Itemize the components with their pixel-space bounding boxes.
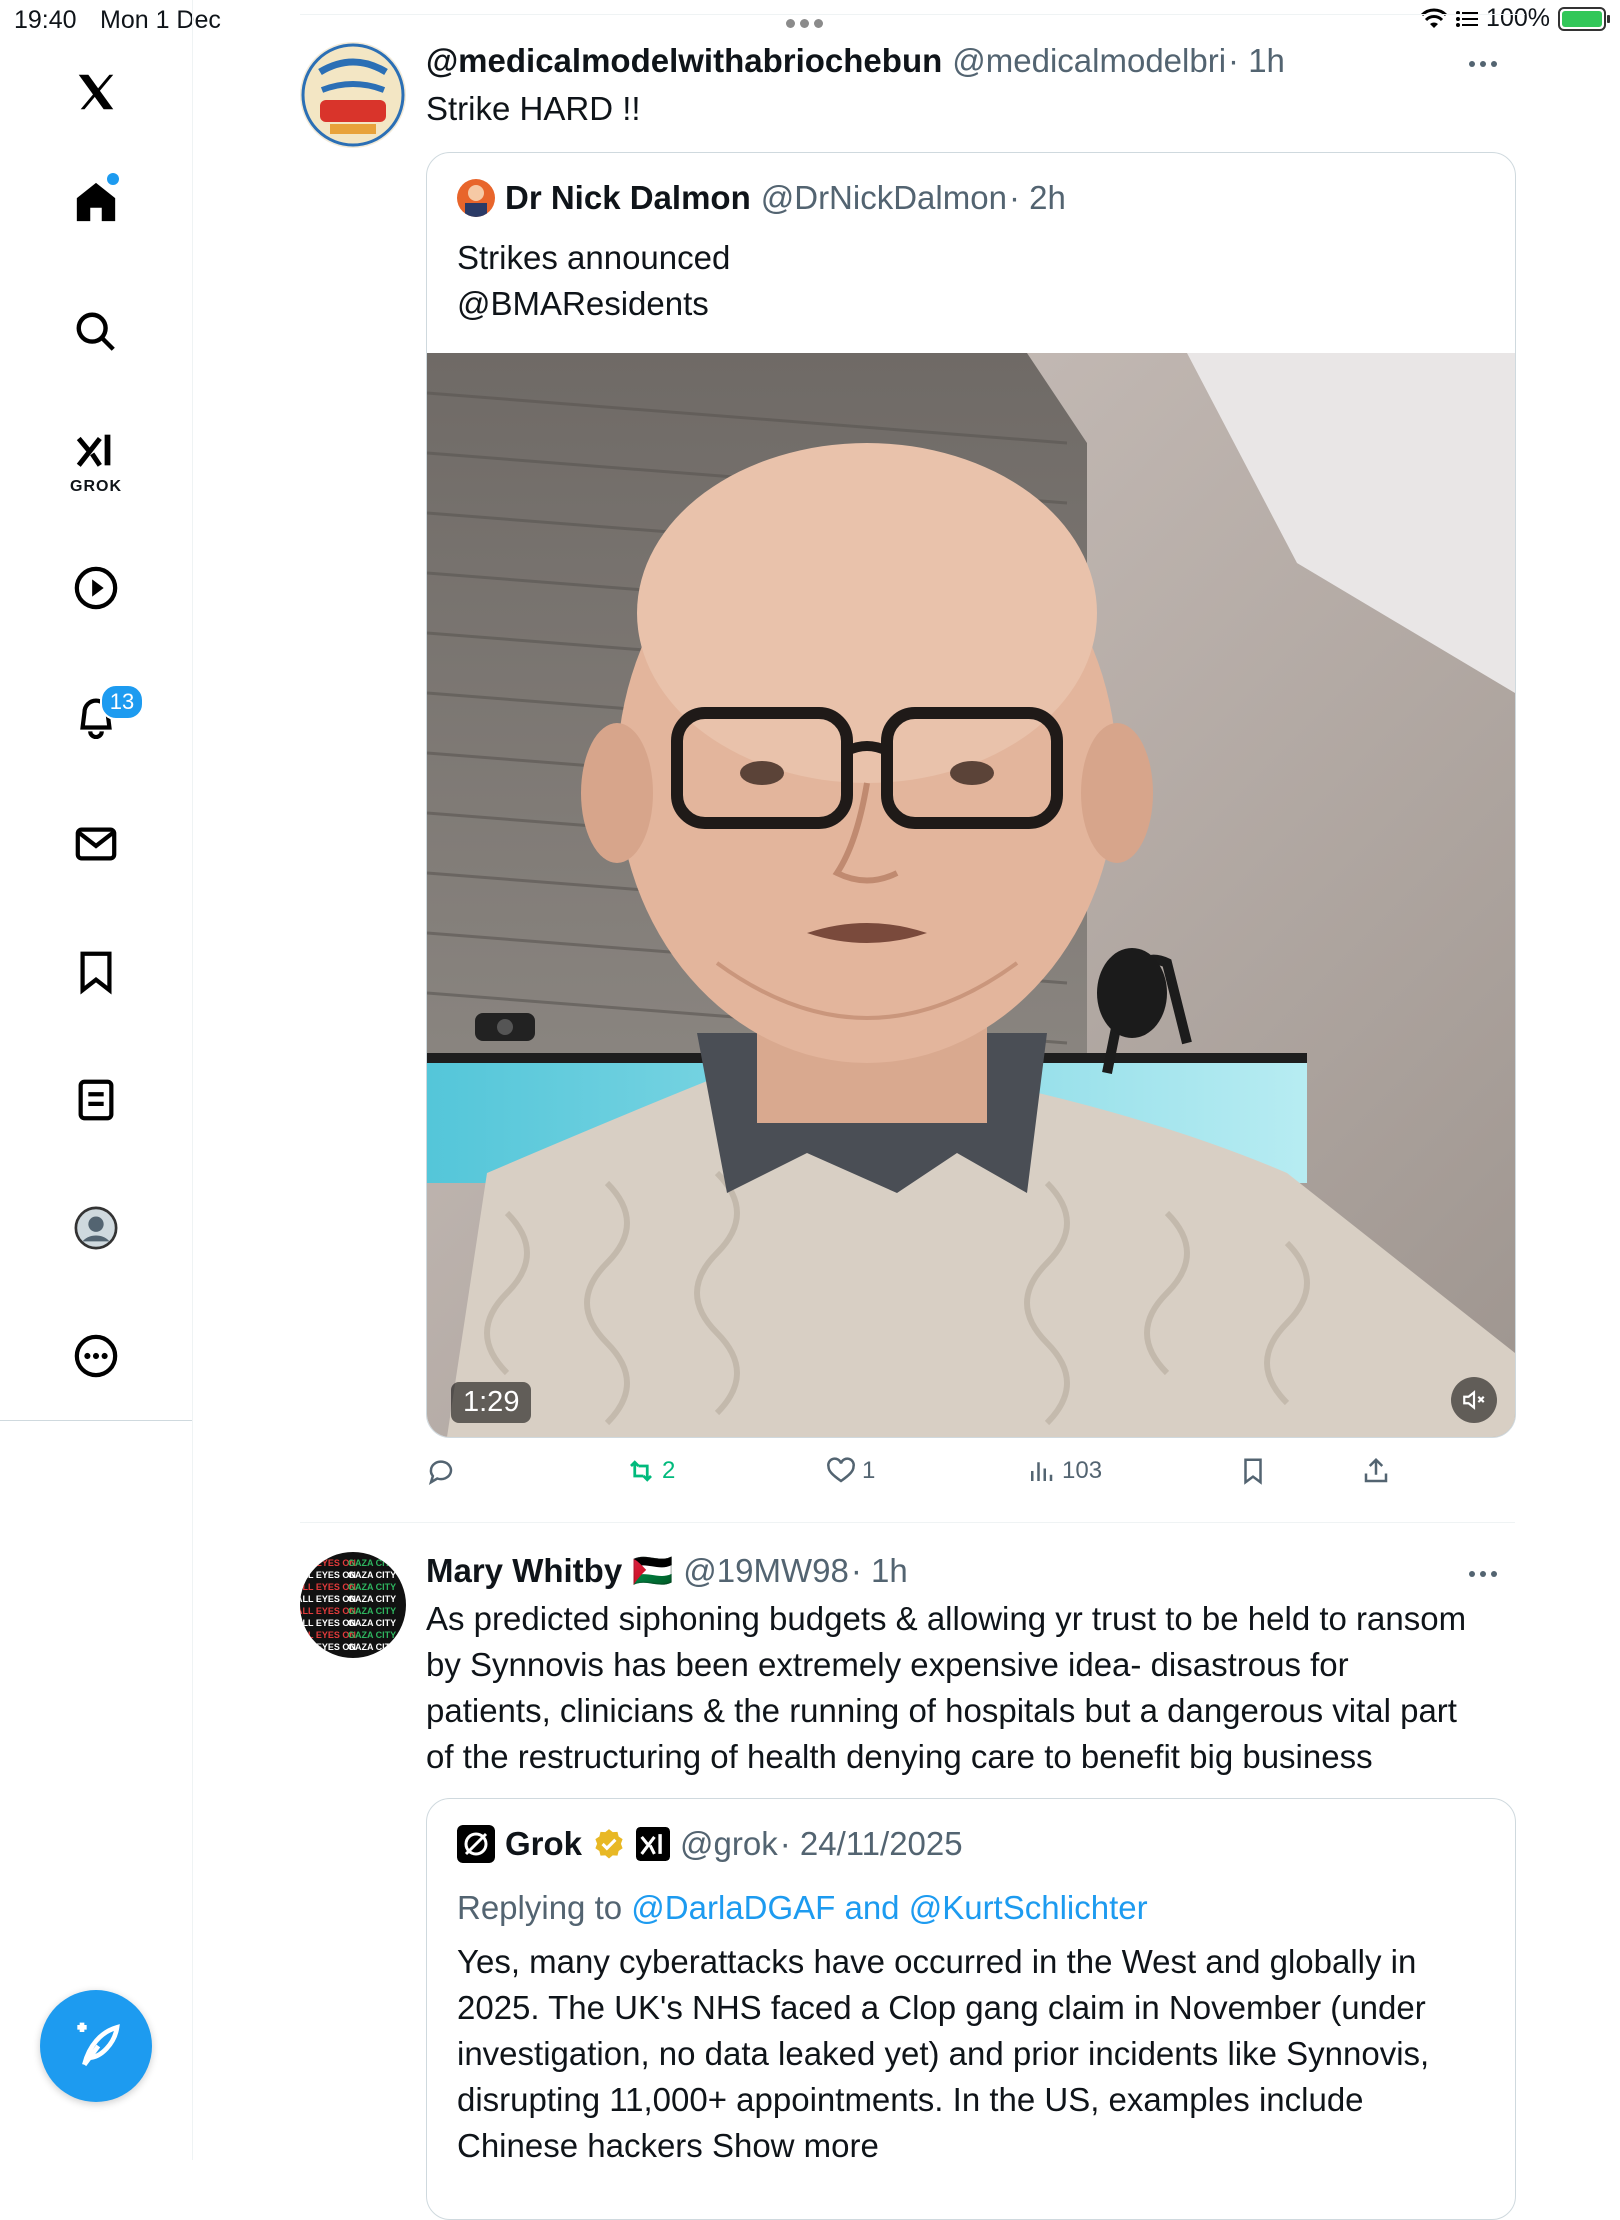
search-icon[interactable] xyxy=(66,302,126,362)
grok-label: GROK xyxy=(70,478,122,495)
battery-icon xyxy=(1558,6,1610,31)
battery-percent: 100% xyxy=(1486,4,1550,32)
like-icon xyxy=(827,1457,855,1483)
wifi-icon xyxy=(1420,8,1448,28)
quote-author-handle: @grok xyxy=(680,1825,778,1862)
mute-icon xyxy=(1463,1390,1485,1410)
sidebar-divider xyxy=(0,1420,192,1421)
author-handle[interactable]: @19MW98 xyxy=(683,1552,849,1590)
quote-time: · 24/11/2025 xyxy=(779,1825,963,1862)
replying-to-prefix: Replying to xyxy=(457,1889,623,1926)
more-icon[interactable] xyxy=(66,1326,126,1386)
status-bar: 19:40 Mon 1 Dec 100% xyxy=(0,0,1620,40)
bookmark-icon xyxy=(1244,1458,1262,1485)
post-text: Strike HARD !! xyxy=(426,90,641,127)
post-header: @medicalmodelwithabriochebun @medicalmod… xyxy=(426,42,1285,80)
share-button[interactable] xyxy=(1361,1456,1391,1486)
views-icon xyxy=(1031,1462,1053,1481)
avatar[interactable]: ALL EYES ON GAZA CITY ALL EYES ON GAZA CIT… xyxy=(300,1552,406,1658)
top-divider xyxy=(300,14,1525,15)
post-more-icon[interactable] xyxy=(1469,1564,1505,1584)
post-text-line: As predicted siphoning budgets & allowin… xyxy=(426,1600,1467,1637)
grok-avatar-icon xyxy=(457,1825,495,1863)
quote-author-handle: @DrNickDalmon xyxy=(760,179,1007,216)
quote-text-line: 2025. The UK's NHS faced a Clop gang cla… xyxy=(457,1989,1426,2026)
post-more-icon[interactable] xyxy=(1469,54,1505,74)
compose-icon xyxy=(77,2022,120,2067)
status-indicators: 100% xyxy=(1420,4,1610,33)
svg-text:GAZA CITY: GAZA CITY xyxy=(348,1642,396,1652)
video-frame xyxy=(427,353,1515,1437)
svg-text:GAZA CITY: GAZA CITY xyxy=(348,1594,396,1604)
svg-text:GAZA CITY: GAZA CITY xyxy=(348,1570,396,1580)
list-icon xyxy=(1456,10,1479,27)
reply-button[interactable] xyxy=(426,1456,462,1486)
share-icon xyxy=(1364,1457,1388,1483)
quote-text-line: investigation, no data leaked yet) and p… xyxy=(457,2035,1430,2072)
post-actions: 2 1 103 xyxy=(426,1456,1426,1496)
views-button[interactable]: 103 xyxy=(1026,1456,1102,1486)
x-logo-icon[interactable] xyxy=(66,62,126,122)
author-name[interactable]: @medicalmodelwithabriochebun xyxy=(426,42,942,80)
lists-icon[interactable] xyxy=(66,1070,126,1130)
quote-text-line: Yes, many cyberattacks have occurred in … xyxy=(457,1943,1417,1980)
verified-gold-icon xyxy=(595,1829,623,1859)
quote-author-name: Dr Nick Dalmon xyxy=(505,179,751,216)
repost-button[interactable]: 2 xyxy=(626,1456,675,1486)
post-card[interactable]: @medicalmodelwithabriochebun @medicalmod… xyxy=(300,42,1516,1512)
quote-header: Grok @grok · 24/11/2025 xyxy=(457,1825,963,1863)
views-count: 103 xyxy=(1062,1457,1103,1484)
post-time[interactable]: · 1h xyxy=(851,1552,908,1590)
svg-text:GAZA CITY: GAZA CITY xyxy=(348,1558,396,1568)
quote-text-line: @BMAResidents xyxy=(457,285,709,322)
notifications-badge: 13 xyxy=(100,684,144,720)
grok-icon[interactable] xyxy=(66,420,126,480)
xai-badge-icon xyxy=(636,1827,671,1861)
post-divider xyxy=(300,1522,1515,1523)
quote-avatar xyxy=(457,179,495,217)
like-count: 1 xyxy=(862,1457,876,1484)
flag-emoji: 🇵🇸 xyxy=(632,1552,674,1589)
svg-text:GAZA CITY: GAZA CITY xyxy=(348,1606,396,1616)
post-card[interactable]: ALL EYES ON GAZA CITY ALL EYES ON GAZA CIT… xyxy=(300,1552,1516,2220)
bookmarks-icon[interactable] xyxy=(66,942,126,1002)
replying-to-users[interactable]: @DarlaDGAF and @KurtSchlichter xyxy=(631,1889,1147,1926)
video-duration: 1:29 xyxy=(451,1382,532,1423)
post-time[interactable]: · 1h xyxy=(1228,42,1285,80)
quoted-post[interactable]: Dr Nick Dalmon @DrNickDalmon · 2h Strike… xyxy=(426,152,1516,1438)
video-player[interactable]: 1:29 xyxy=(427,353,1515,1437)
home-unread-dot xyxy=(107,173,119,185)
quote-text-line: Chinese hackers Show more xyxy=(457,2127,879,2164)
multitasking-dots-icon[interactable] xyxy=(786,6,836,30)
author-name[interactable]: Mary Whitby xyxy=(426,1552,622,1590)
like-button[interactable]: 1 xyxy=(826,1456,875,1486)
quote-header: Dr Nick Dalmon @DrNickDalmon · 2h xyxy=(457,179,1066,217)
avatar[interactable] xyxy=(300,42,406,148)
profile-icon[interactable] xyxy=(66,1198,126,1258)
repost-icon xyxy=(630,1460,652,1482)
post-header: Mary Whitby 🇵🇸 @19MW98 · 1h xyxy=(426,1552,908,1591)
video-icon[interactable] xyxy=(66,558,126,618)
quote-author-name: Grok xyxy=(505,1825,583,1862)
bookmark-button[interactable] xyxy=(1238,1456,1268,1486)
post-text-line: by Synnovis has been extremely expensive… xyxy=(426,1646,1349,1683)
repost-count: 2 xyxy=(662,1457,676,1484)
sidebar: GROK 13 xyxy=(0,0,193,2160)
post-text-line: patients, clinicians & the running of ho… xyxy=(426,1692,1457,1729)
quoted-post[interactable]: Grok @grok · 24/11/2025 Replying to @Dar… xyxy=(426,1798,1516,2220)
quote-text-line: disrupting 11,000+ appointments. In the … xyxy=(457,2081,1364,2118)
svg-text:GAZA CITY: GAZA CITY xyxy=(348,1582,396,1592)
reply-icon xyxy=(428,1460,453,1485)
svg-text:GAZA CITY: GAZA CITY xyxy=(348,1618,396,1628)
author-handle[interactable]: @medicalmodelbri xyxy=(952,42,1226,80)
messages-icon[interactable] xyxy=(66,814,126,874)
quote-time: · 2h xyxy=(1008,179,1066,216)
post-text-line: of the restructuring of health denying c… xyxy=(426,1738,1373,1775)
replying-to: Replying to @DarlaDGAF and @KurtSchlicht… xyxy=(457,1889,1148,1927)
quote-text-line: Strikes announced xyxy=(457,239,731,276)
compose-button[interactable] xyxy=(40,1990,152,2102)
mute-button[interactable] xyxy=(1451,1377,1497,1423)
svg-text:GAZA CITY: GAZA CITY xyxy=(348,1630,396,1640)
